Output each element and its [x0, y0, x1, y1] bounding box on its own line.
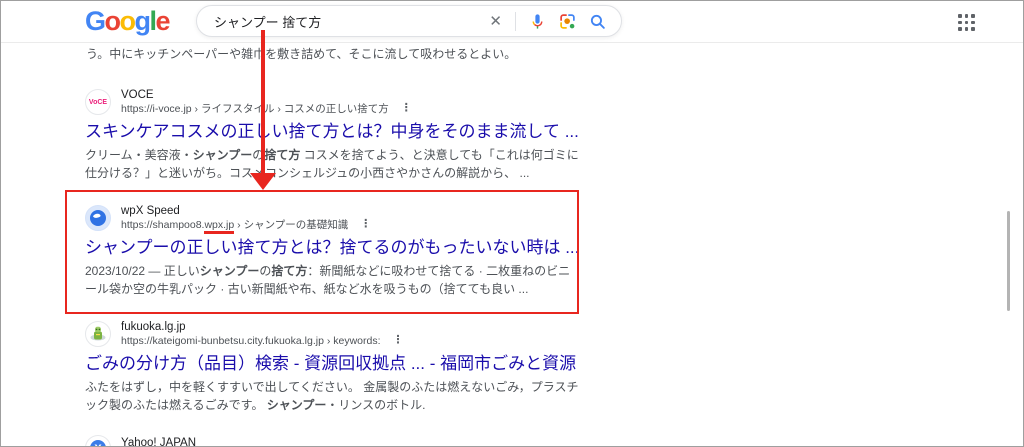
result-title-link[interactable]: ごみの分け方（品目）検索 - 資源回収拠点 ... - 福岡市ごみと資源 — [85, 353, 576, 374]
globe-favicon-icon — [85, 205, 111, 232]
yahoo-favicon-icon — [85, 435, 111, 446]
result-snippet: クリーム・美容液・シャンプーの捨て方 コスメを捨てよう、と決意しても「これは何ゴ… — [85, 148, 579, 181]
result-site-name: VOCE — [121, 89, 154, 101]
search-bar-divider — [515, 11, 516, 31]
close-icon[interactable]: ✕ — [489, 14, 502, 29]
result-title-link[interactable]: シャンプーの正しい捨て方とは？捨てるのがもったいない時は ... — [85, 237, 579, 258]
search-result-fukuoka: fukuoka.lg.jp https://kateigomi-bunbetsu… — [85, 320, 585, 414]
google-logo: Google — [85, 6, 171, 36]
annotation-arrow-head-icon — [250, 173, 276, 190]
voce-favicon-icon: VoCE — [85, 89, 111, 116]
google-lens-icon[interactable] — [559, 13, 576, 30]
more-options-icon[interactable]: ⋮ — [401, 102, 412, 116]
result-url[interactable]: https://shampoo8.wpx.jp › シャンプーの基礎知識 — [121, 219, 348, 234]
more-options-icon[interactable]: ⋮ — [393, 334, 404, 348]
mascot-favicon-icon — [85, 321, 111, 348]
search-result-yahoo-japan: Yahoo! JAPAN — [85, 430, 585, 447]
previous-result-snippet-fragment: う。中にキッチンペーパーや雑巾を敷き詰めて、そこに流して吸わせるとよい。 — [86, 47, 517, 61]
search-result-voce: VoCE VOCE https://i-voce.jp › ライフスタイル › … — [85, 88, 585, 182]
more-options-icon[interactable]: ⋮ — [360, 218, 371, 232]
result-site-name: fukuoka.lg.jp — [121, 321, 186, 333]
result-site-name: wpX Speed — [121, 205, 180, 217]
result-site-name: Yahoo! JAPAN — [121, 436, 197, 447]
search-bar[interactable]: シャンプー 捨て方 ✕ — [196, 5, 622, 37]
search-input[interactable]: シャンプー 捨て方 — [197, 12, 489, 31]
result-title-link[interactable]: スキンケアコスメの正しい捨て方とは？中身をそのまま流して ... — [85, 121, 579, 142]
google-apps-grid-icon[interactable] — [958, 14, 975, 31]
result-url[interactable]: https://kateigomi-bunbetsu.city.fukuoka.… — [121, 335, 381, 348]
mic-icon[interactable] — [529, 13, 546, 30]
result-url[interactable]: https://i-voce.jp › ライフスタイル › コスメの正しい捨て方 — [121, 103, 389, 116]
search-icon[interactable] — [589, 13, 606, 30]
google-search-header: Google シャンプー 捨て方 ✕ — [1, 1, 1023, 43]
result-snippet: 2023/10/22 — 正しいシャンプーの捨て方：新聞紙などに吸わせて捨てる … — [85, 264, 571, 297]
search-result-wpx-speed: wpX Speed https://shampoo8.wpx.jp › シャンプ… — [85, 204, 585, 298]
annotation-arrow-shaft — [261, 30, 265, 175]
browser-viewport: Google シャンプー 捨て方 ✕ う。中にキッチンペーパーや雑巾を敷き詰めて… — [0, 0, 1024, 447]
scrollbar-thumb[interactable] — [1007, 211, 1010, 311]
result-snippet: ふたをはずし，中を軽くすすいで出してください。 金属製のふたは燃えないごみ，プラ… — [85, 380, 579, 413]
